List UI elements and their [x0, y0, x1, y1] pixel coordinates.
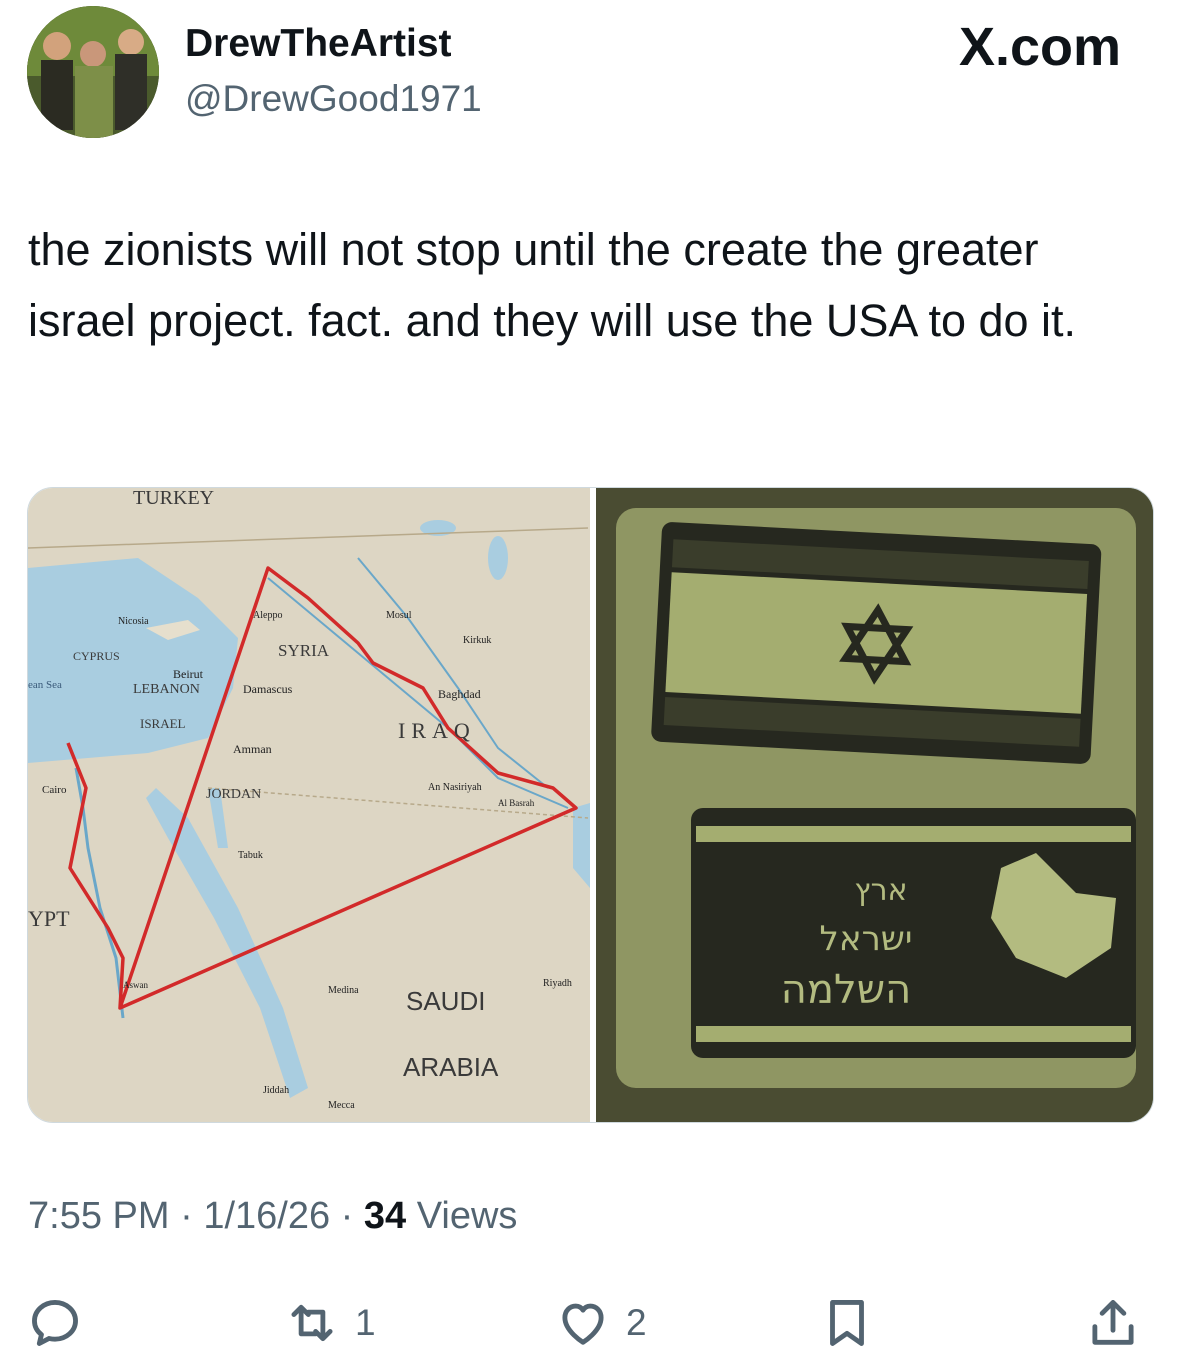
map-label-aswan: Aswan: [123, 980, 148, 990]
avatar-image: [27, 6, 159, 138]
meta-separator: ·: [180, 1195, 193, 1237]
map-label-kirkuk: Kirkuk: [463, 635, 491, 646]
map-label-lebanon: LEBANON: [133, 682, 200, 697]
map-label-al-basrah: Al Basrah: [498, 798, 535, 808]
map-label-saudi: SAUDI: [406, 986, 485, 1016]
map-label-tabuk: Tabuk: [238, 850, 263, 861]
meta-separator: ·: [340, 1195, 354, 1237]
views-label: Views: [416, 1195, 518, 1237]
site-label: X.com: [958, 17, 1121, 77]
patch-image: ארץ ישראל השלמה: [596, 488, 1153, 1122]
map-label-riyadh: Riyadh: [543, 978, 572, 989]
share-button[interactable]: [1084, 1288, 1142, 1358]
author-display-name[interactable]: DrewTheArtist: [185, 22, 452, 66]
patch-text-line1: ארץ: [854, 873, 907, 908]
author-avatar[interactable]: [27, 6, 159, 138]
map-label-cyprus: CYPRUS: [73, 649, 120, 663]
map-label-cairo: Cairo: [42, 784, 67, 796]
map-label-syria: SYRIA: [278, 641, 330, 660]
retweet-icon: [291, 1304, 333, 1342]
patch-text-line2: ישראל: [820, 919, 913, 959]
action-bar: 1 2: [0, 1288, 1179, 1358]
map-label-baghdad: Baghdad: [438, 687, 481, 701]
reply-icon: [32, 1300, 78, 1346]
retweet-button[interactable]: 1: [283, 1288, 376, 1358]
map-label-medina: Medina: [328, 985, 359, 996]
map-image: TURKEY SYRIA IRAQ JORDAN LEBANON ISRAEL …: [28, 488, 590, 1122]
map-label-aleppo: Aleppo: [253, 610, 282, 621]
map-label-damascus: Damascus: [243, 682, 293, 696]
like-button[interactable]: 2: [554, 1288, 647, 1358]
map-label-beirut: Beirut: [173, 667, 204, 681]
map-label-israel: ISRAEL: [140, 716, 186, 731]
patch-text-line3: השלמה: [781, 967, 912, 1013]
map-label-an-nasiriyah: An Nasiriyah: [428, 782, 482, 793]
map-label-turkey: TURKEY: [133, 488, 214, 509]
like-count: 2: [626, 1302, 647, 1343]
views-count: 34: [363, 1195, 407, 1237]
map-label-jiddah: Jiddah: [263, 1085, 289, 1096]
heart-icon: [562, 1303, 604, 1345]
map-label-egypt: YPT: [28, 906, 70, 931]
retweet-count: 1: [355, 1302, 376, 1343]
map-label-amman: Amman: [233, 742, 272, 756]
author-handle[interactable]: @DrewGood1971: [185, 78, 482, 120]
map-label-sea: ean Sea: [28, 679, 62, 691]
share-icon: [1092, 1300, 1134, 1345]
reply-button[interactable]: [26, 1288, 98, 1358]
map-label-iraq: IRAQ: [398, 718, 476, 743]
map-label-mecca: Mecca: [328, 1100, 355, 1111]
map-label-arabia: ARABIA: [403, 1052, 499, 1082]
map-label-mosul: Mosul: [386, 610, 412, 621]
tweet-meta: 7:55 PM · 1/16/26 · 34 Views: [28, 1195, 517, 1238]
map-label-nicosia: Nicosia: [118, 616, 149, 627]
tweet-text: the zionists will not stop until the cre…: [28, 224, 1077, 346]
tweet-date[interactable]: 1/16/26: [203, 1195, 330, 1237]
bookmark-icon: [830, 1300, 864, 1346]
map-label-jordan: JORDAN: [206, 787, 261, 802]
tweet-time[interactable]: 7:55 PM: [28, 1195, 170, 1237]
bookmark-button[interactable]: [818, 1288, 876, 1358]
tweet-media[interactable]: TURKEY SYRIA IRAQ JORDAN LEBANON ISRAEL …: [27, 487, 1154, 1123]
